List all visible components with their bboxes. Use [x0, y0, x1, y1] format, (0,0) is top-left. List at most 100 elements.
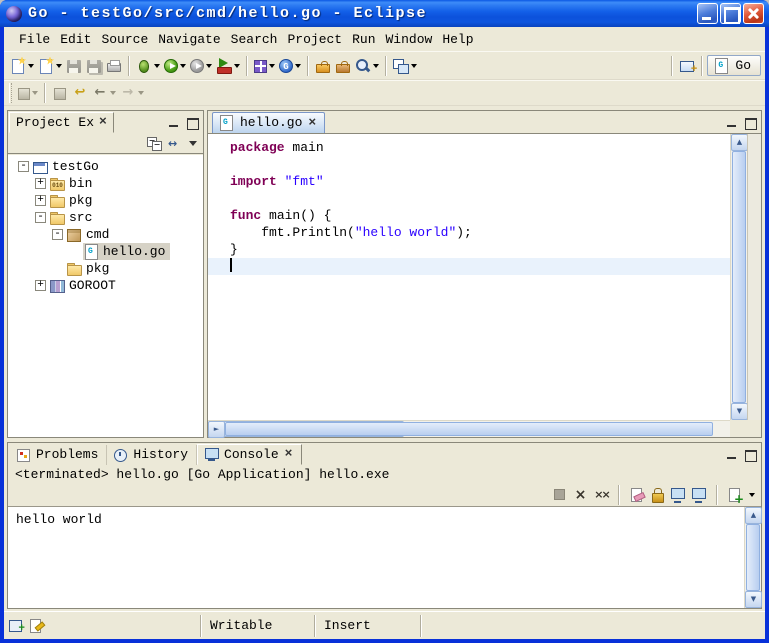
- tree-row-src[interactable]: - src: [8, 209, 203, 226]
- console-vertical-scrollbar[interactable]: ▲ ▼: [744, 507, 761, 608]
- tab-history[interactable]: History: [107, 445, 197, 465]
- tab-problems[interactable]: Problems: [10, 445, 107, 465]
- go-perspective-button[interactable]: Go: [707, 55, 761, 76]
- editor-trim-icon[interactable]: [29, 619, 44, 632]
- code-line[interactable]: }: [208, 241, 730, 258]
- tree-label[interactable]: bin: [66, 176, 95, 191]
- code-line[interactable]: package main: [208, 139, 730, 156]
- scrollbar-thumb[interactable]: [225, 422, 713, 436]
- menu-source[interactable]: Source: [96, 30, 153, 49]
- maximize-button[interactable]: [720, 3, 741, 24]
- collapse-box[interactable]: -: [52, 229, 63, 240]
- collapse-all-icon[interactable]: [147, 137, 161, 150]
- expand-box[interactable]: +: [35, 178, 46, 189]
- collapse-box[interactable]: -: [35, 212, 46, 223]
- scroll-down-icon[interactable]: ▼: [745, 591, 762, 608]
- tree-row-pkg[interactable]: pkg: [8, 260, 203, 277]
- menu-navigate[interactable]: Navigate: [153, 30, 225, 49]
- menu-window[interactable]: Window: [381, 30, 438, 49]
- new-go-project-button[interactable]: [252, 55, 277, 77]
- menu-help[interactable]: Help: [437, 30, 478, 49]
- menu-search[interactable]: Search: [226, 30, 283, 49]
- open-browser-button[interactable]: [277, 55, 303, 77]
- title-bar[interactable]: Go - testGo/src/cmd/hello.go - Eclipse: [0, 0, 769, 27]
- scroll-right-icon[interactable]: ►: [208, 421, 225, 438]
- tree-label[interactable]: testGo: [49, 159, 102, 174]
- tree-row-testGo[interactable]: -testGo: [8, 158, 203, 175]
- last-edit-button[interactable]: ↩: [70, 82, 90, 104]
- marker-button[interactable]: [16, 82, 40, 104]
- menu-file[interactable]: File: [14, 30, 55, 49]
- scroll-up-icon[interactable]: ▲: [731, 134, 748, 151]
- close-button[interactable]: [743, 3, 764, 24]
- toolbox-button[interactable]: [313, 55, 333, 77]
- pin-editor-button[interactable]: [50, 82, 70, 104]
- code-line[interactable]: [208, 156, 730, 173]
- code-line[interactable]: import "fmt": [208, 173, 730, 190]
- scroll-up-icon[interactable]: ▲: [745, 507, 762, 524]
- toolbar-handle[interactable]: [9, 83, 12, 103]
- tree-row-pkg[interactable]: + pkg: [8, 192, 203, 209]
- code-line[interactable]: [208, 258, 730, 275]
- clear-console-icon[interactable]: [628, 487, 645, 503]
- maximize-view-icon[interactable]: [743, 449, 757, 461]
- scrollbar-thumb[interactable]: [732, 151, 746, 403]
- scrollbar-thumb[interactable]: [746, 524, 760, 591]
- console-dropdown-icon[interactable]: [749, 493, 755, 497]
- maximize-view-icon[interactable]: [185, 117, 199, 129]
- external-tools-button[interactable]: [214, 55, 242, 77]
- minimize-view-icon[interactable]: [167, 117, 181, 129]
- menu-project[interactable]: Project: [282, 30, 347, 49]
- tree-label[interactable]: pkg: [66, 193, 95, 208]
- open-perspective-button[interactable]: [677, 55, 697, 77]
- editor-horizontal-scrollbar[interactable]: ◄ ►: [208, 420, 730, 437]
- scroll-down-icon[interactable]: ▼: [731, 403, 748, 420]
- minimize-view-icon[interactable]: [725, 117, 739, 129]
- console-output-area[interactable]: hello world ▲ ▼: [8, 506, 761, 608]
- minimize-button[interactable]: [697, 3, 718, 24]
- close-icon[interactable]: ×: [98, 117, 108, 127]
- expand-box[interactable]: +: [35, 280, 46, 291]
- scroll-lock-icon[interactable]: [649, 487, 666, 503]
- remove-all-launches-icon[interactable]: ××: [593, 487, 610, 503]
- close-icon[interactable]: ×: [284, 449, 294, 459]
- close-icon[interactable]: ×: [307, 118, 317, 128]
- annotation-nav-button[interactable]: [391, 55, 419, 77]
- remove-launch-icon[interactable]: ×: [572, 487, 589, 503]
- tree-row-hello.go[interactable]: hello.go: [8, 243, 203, 260]
- run-button[interactable]: [162, 55, 188, 77]
- tree-label[interactable]: GOROOT: [66, 278, 119, 293]
- minimize-view-icon[interactable]: [725, 449, 739, 461]
- save-all-button[interactable]: [84, 55, 104, 77]
- code-line[interactable]: func main() {: [208, 207, 730, 224]
- display-selected-console-icon[interactable]: [691, 487, 708, 503]
- tree-row-cmd[interactable]: - cmd: [8, 226, 203, 243]
- print-button[interactable]: [104, 55, 124, 77]
- expand-box[interactable]: +: [35, 195, 46, 206]
- new-go-file-button[interactable]: [36, 55, 64, 77]
- tree-row-bin[interactable]: + bin: [8, 175, 203, 192]
- menu-run[interactable]: Run: [347, 30, 380, 49]
- tree-label[interactable]: pkg: [83, 261, 112, 276]
- terminate-icon[interactable]: [551, 487, 568, 503]
- tree-label[interactable]: src: [66, 210, 95, 225]
- fast-view-icon[interactable]: [9, 619, 24, 632]
- tab-console[interactable]: Console×: [197, 444, 302, 465]
- debug-button[interactable]: [134, 55, 162, 77]
- code-line[interactable]: [208, 190, 730, 207]
- new-wizard-button[interactable]: [8, 55, 36, 77]
- tree-label[interactable]: cmd: [83, 227, 112, 242]
- maximize-view-icon[interactable]: [743, 117, 757, 129]
- forward-button[interactable]: →: [118, 82, 146, 104]
- tab-project-explorer[interactable]: Project Ex ×: [9, 112, 114, 133]
- save-button[interactable]: [64, 55, 84, 77]
- code-area[interactable]: package mainimport "fmt"func main() { fm…: [208, 134, 730, 420]
- back-button[interactable]: ←: [90, 82, 118, 104]
- run-last-button[interactable]: [188, 55, 214, 77]
- open-console-icon[interactable]: [726, 487, 743, 503]
- menu-edit[interactable]: Edit: [55, 30, 96, 49]
- pin-console-icon[interactable]: [670, 487, 687, 503]
- view-menu-icon[interactable]: [189, 141, 197, 150]
- search-button[interactable]: [353, 55, 381, 77]
- tree-row-GOROOT[interactable]: + GOROOT: [8, 277, 203, 294]
